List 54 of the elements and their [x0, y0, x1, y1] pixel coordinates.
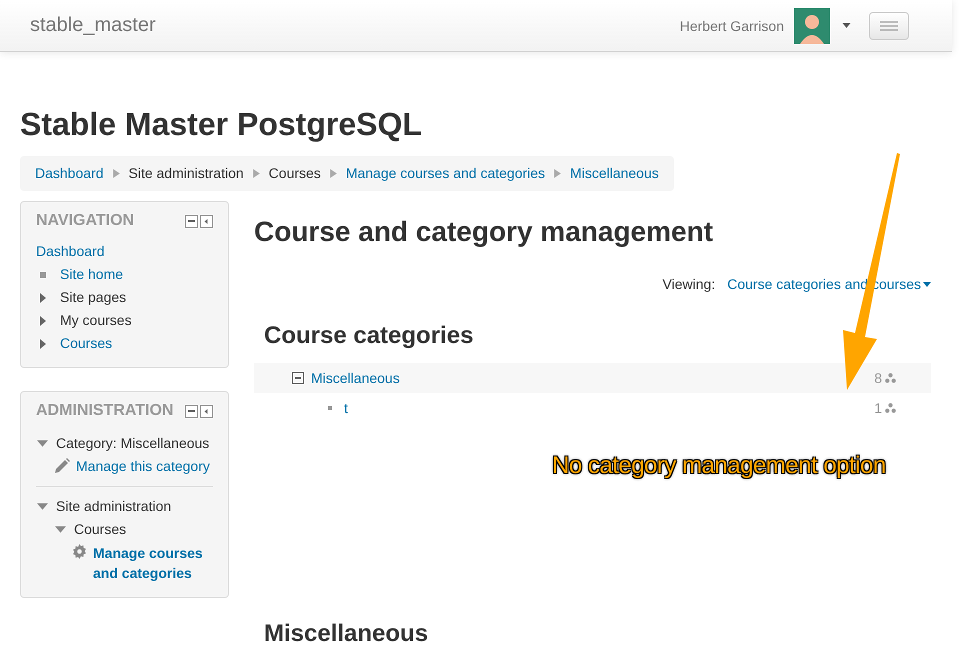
- admin-link[interactable]: Manage courses and categories: [93, 541, 213, 583]
- expanded-arrow-icon[interactable]: [37, 503, 48, 510]
- bullet-icon: [40, 272, 46, 278]
- separator-icon: [330, 169, 337, 178]
- separator-icon: [554, 169, 562, 178]
- gear-icon: [72, 544, 87, 559]
- block-title: ADMINISTRATION: [36, 402, 174, 420]
- viewing-label: Viewing:: [662, 276, 716, 293]
- separator-icon: [252, 169, 260, 178]
- user-name[interactable]: Herbert Garrison: [680, 18, 784, 34]
- page-title: Stable Master PostgreSQL: [20, 105, 423, 144]
- expanded-arrow-icon[interactable]: [37, 440, 48, 447]
- breadcrumb-item[interactable]: Manage courses and categories: [346, 165, 546, 182]
- collapse-icon[interactable]: [292, 372, 304, 384]
- category-link[interactable]: Miscellaneous: [311, 370, 400, 386]
- category-link[interactable]: t: [344, 400, 348, 416]
- menu-button[interactable]: [869, 12, 909, 40]
- nav-item[interactable]: Site home: [60, 263, 124, 286]
- collapse-icon[interactable]: [185, 214, 198, 228]
- caret-icon[interactable]: [923, 282, 931, 287]
- cohort-icon: [885, 402, 896, 414]
- separator-icon: [112, 169, 120, 178]
- course-count: 1: [874, 400, 882, 416]
- pencil-icon: [54, 458, 70, 474]
- section-heading: Course categories: [264, 321, 474, 351]
- nav-item[interactable]: Courses: [60, 332, 112, 355]
- nav-item[interactable]: My courses: [60, 309, 132, 332]
- expand-arrow-icon[interactable]: [40, 316, 46, 326]
- nav-item[interactable]: Site pages: [60, 286, 126, 309]
- annotation-text: No category management option: [552, 452, 886, 480]
- cohort-icon: [885, 372, 896, 384]
- caret-icon[interactable]: [842, 23, 851, 28]
- block-title: NAVIGATION: [36, 212, 134, 230]
- breadcrumb-item: Site administration: [128, 165, 244, 182]
- breadcrumb-item: Courses: [268, 165, 321, 182]
- breadcrumb-item[interactable]: Dashboard: [35, 165, 104, 182]
- course-count: 8: [874, 370, 882, 386]
- collapse-icon[interactable]: [185, 404, 198, 418]
- admin-item[interactable]: Courses: [74, 518, 126, 541]
- menu-icon: [880, 20, 898, 30]
- expanded-arrow-icon[interactable]: [55, 526, 66, 533]
- page-heading: Course and category management: [254, 215, 714, 249]
- dock-icon[interactable]: [200, 404, 213, 418]
- breadcrumb-item[interactable]: Miscellaneous: [570, 165, 659, 182]
- admin-link[interactable]: Manage this category: [76, 455, 210, 478]
- nav-link[interactable]: Dashboard: [36, 240, 213, 263]
- site-name[interactable]: stable_master: [30, 14, 156, 37]
- admin-item[interactable]: Site administration: [56, 495, 172, 518]
- bullet-icon: [328, 406, 332, 410]
- section-heading: Miscellaneous: [264, 619, 430, 649]
- admin-item[interactable]: Category: Miscellaneous: [56, 432, 210, 455]
- expand-arrow-icon[interactable]: [40, 292, 46, 302]
- expand-arrow-icon[interactable]: [40, 338, 46, 348]
- dock-icon[interactable]: [200, 214, 213, 228]
